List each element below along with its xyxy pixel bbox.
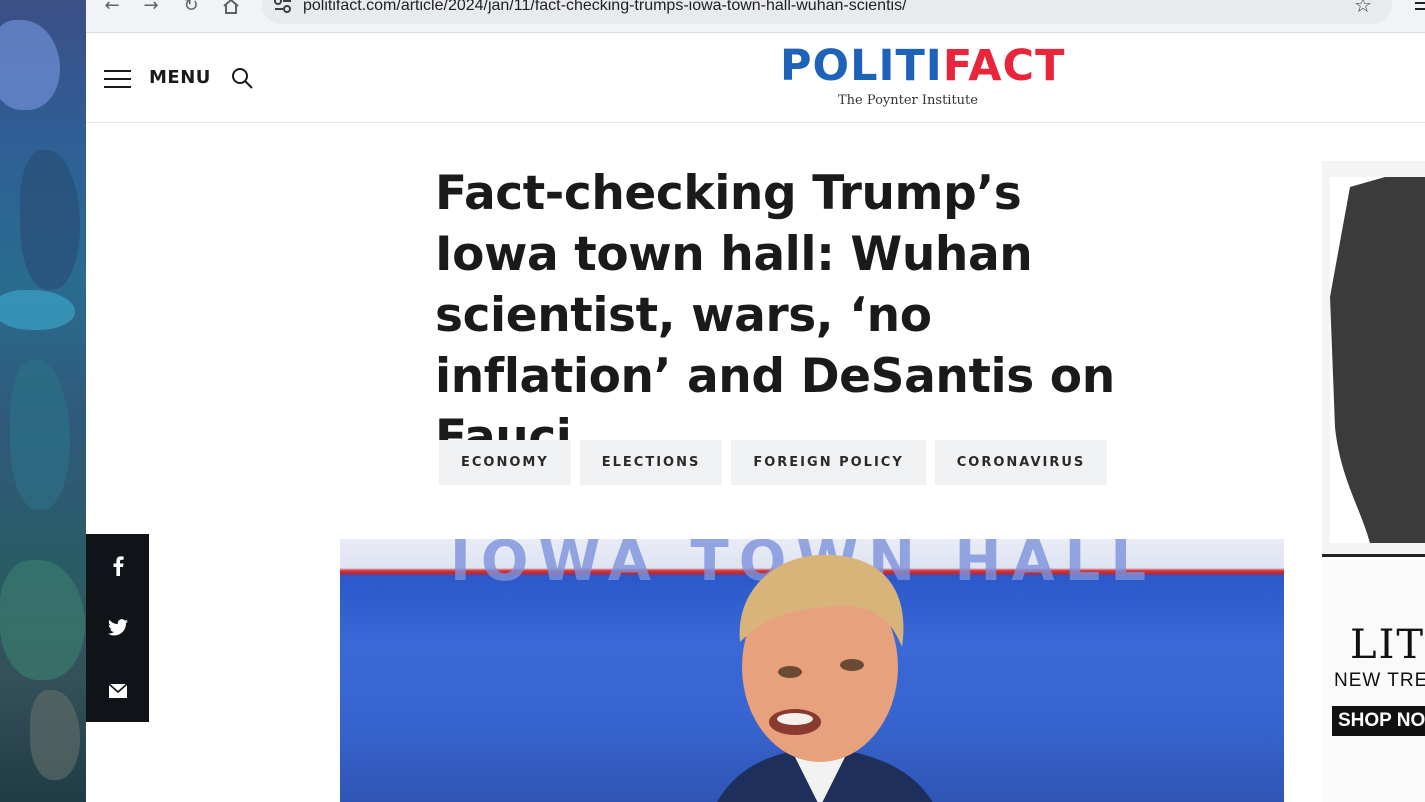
tag-economy[interactable]: ECONOMY [439,440,571,485]
extensions-icon[interactable] [1414,0,1425,12]
tag-elections[interactable]: ELECTIONS [579,440,723,485]
url-text[interactable]: politifact.com/article/2024/jan/11/fact-… [303,0,907,15]
bookmark-star-icon[interactable]: ☆ [1354,0,1372,17]
ad-subtitle: NEW TRE [1334,670,1425,691]
article-hero-image: IOWA TOWN HALL [340,539,1284,802]
twitter-icon [107,619,128,636]
advertisement-banner[interactable]: LIT NEW TRE SHOP NO [1322,560,1425,802]
share-bar [86,534,149,722]
menu-button[interactable]: MENU [149,67,211,88]
site-info-icon[interactable] [273,0,293,14]
logo-text-fact: FACT [942,41,1066,91]
ad-shirt-image-bg [1330,177,1425,543]
search-icon[interactable] [231,67,253,89]
browser-window: ← → ↻ politifact.com/article/2024/jan/11… [0,0,1425,802]
share-twitter-button[interactable] [86,596,149,659]
site-header: MENU POLITIFACT The Poynter Institute [86,33,1425,123]
browser-toolbar: ← → ↻ politifact.com/article/2024/jan/11… [86,0,1425,33]
forward-icon[interactable]: → [139,0,163,18]
article-headline: Fact-checking Trump’s Iowa town hall: Wu… [435,166,1115,465]
reload-icon[interactable]: ↻ [179,0,203,18]
advertisement-shirt[interactable] [1322,161,1425,557]
ad-title: LIT [1350,622,1425,668]
facebook-icon [113,555,124,576]
speaker-photo [717,554,933,802]
hamburger-menu-icon[interactable] [104,70,131,88]
home-icon[interactable] [219,0,243,18]
back-icon[interactable]: ← [100,0,124,18]
logo-text-politi: POLITI [780,41,943,91]
desktop-wallpaper [0,0,86,802]
ad-shop-button[interactable]: SHOP NO [1332,706,1425,736]
topic-tags: ECONOMY ELECTIONS FOREIGN POLICY CORONAV… [439,440,1108,485]
politifact-logo[interactable]: POLITIFACT [780,43,1065,89]
share-facebook-button[interactable] [86,534,149,597]
email-icon [108,683,127,698]
logo-subtitle: The Poynter Institute [838,93,978,108]
tag-coronavirus[interactable]: CORONAVIRUS [934,440,1108,485]
tshirt-image [1330,177,1425,543]
tag-foreign-policy[interactable]: FOREIGN POLICY [731,440,926,485]
share-email-button[interactable] [86,659,149,722]
